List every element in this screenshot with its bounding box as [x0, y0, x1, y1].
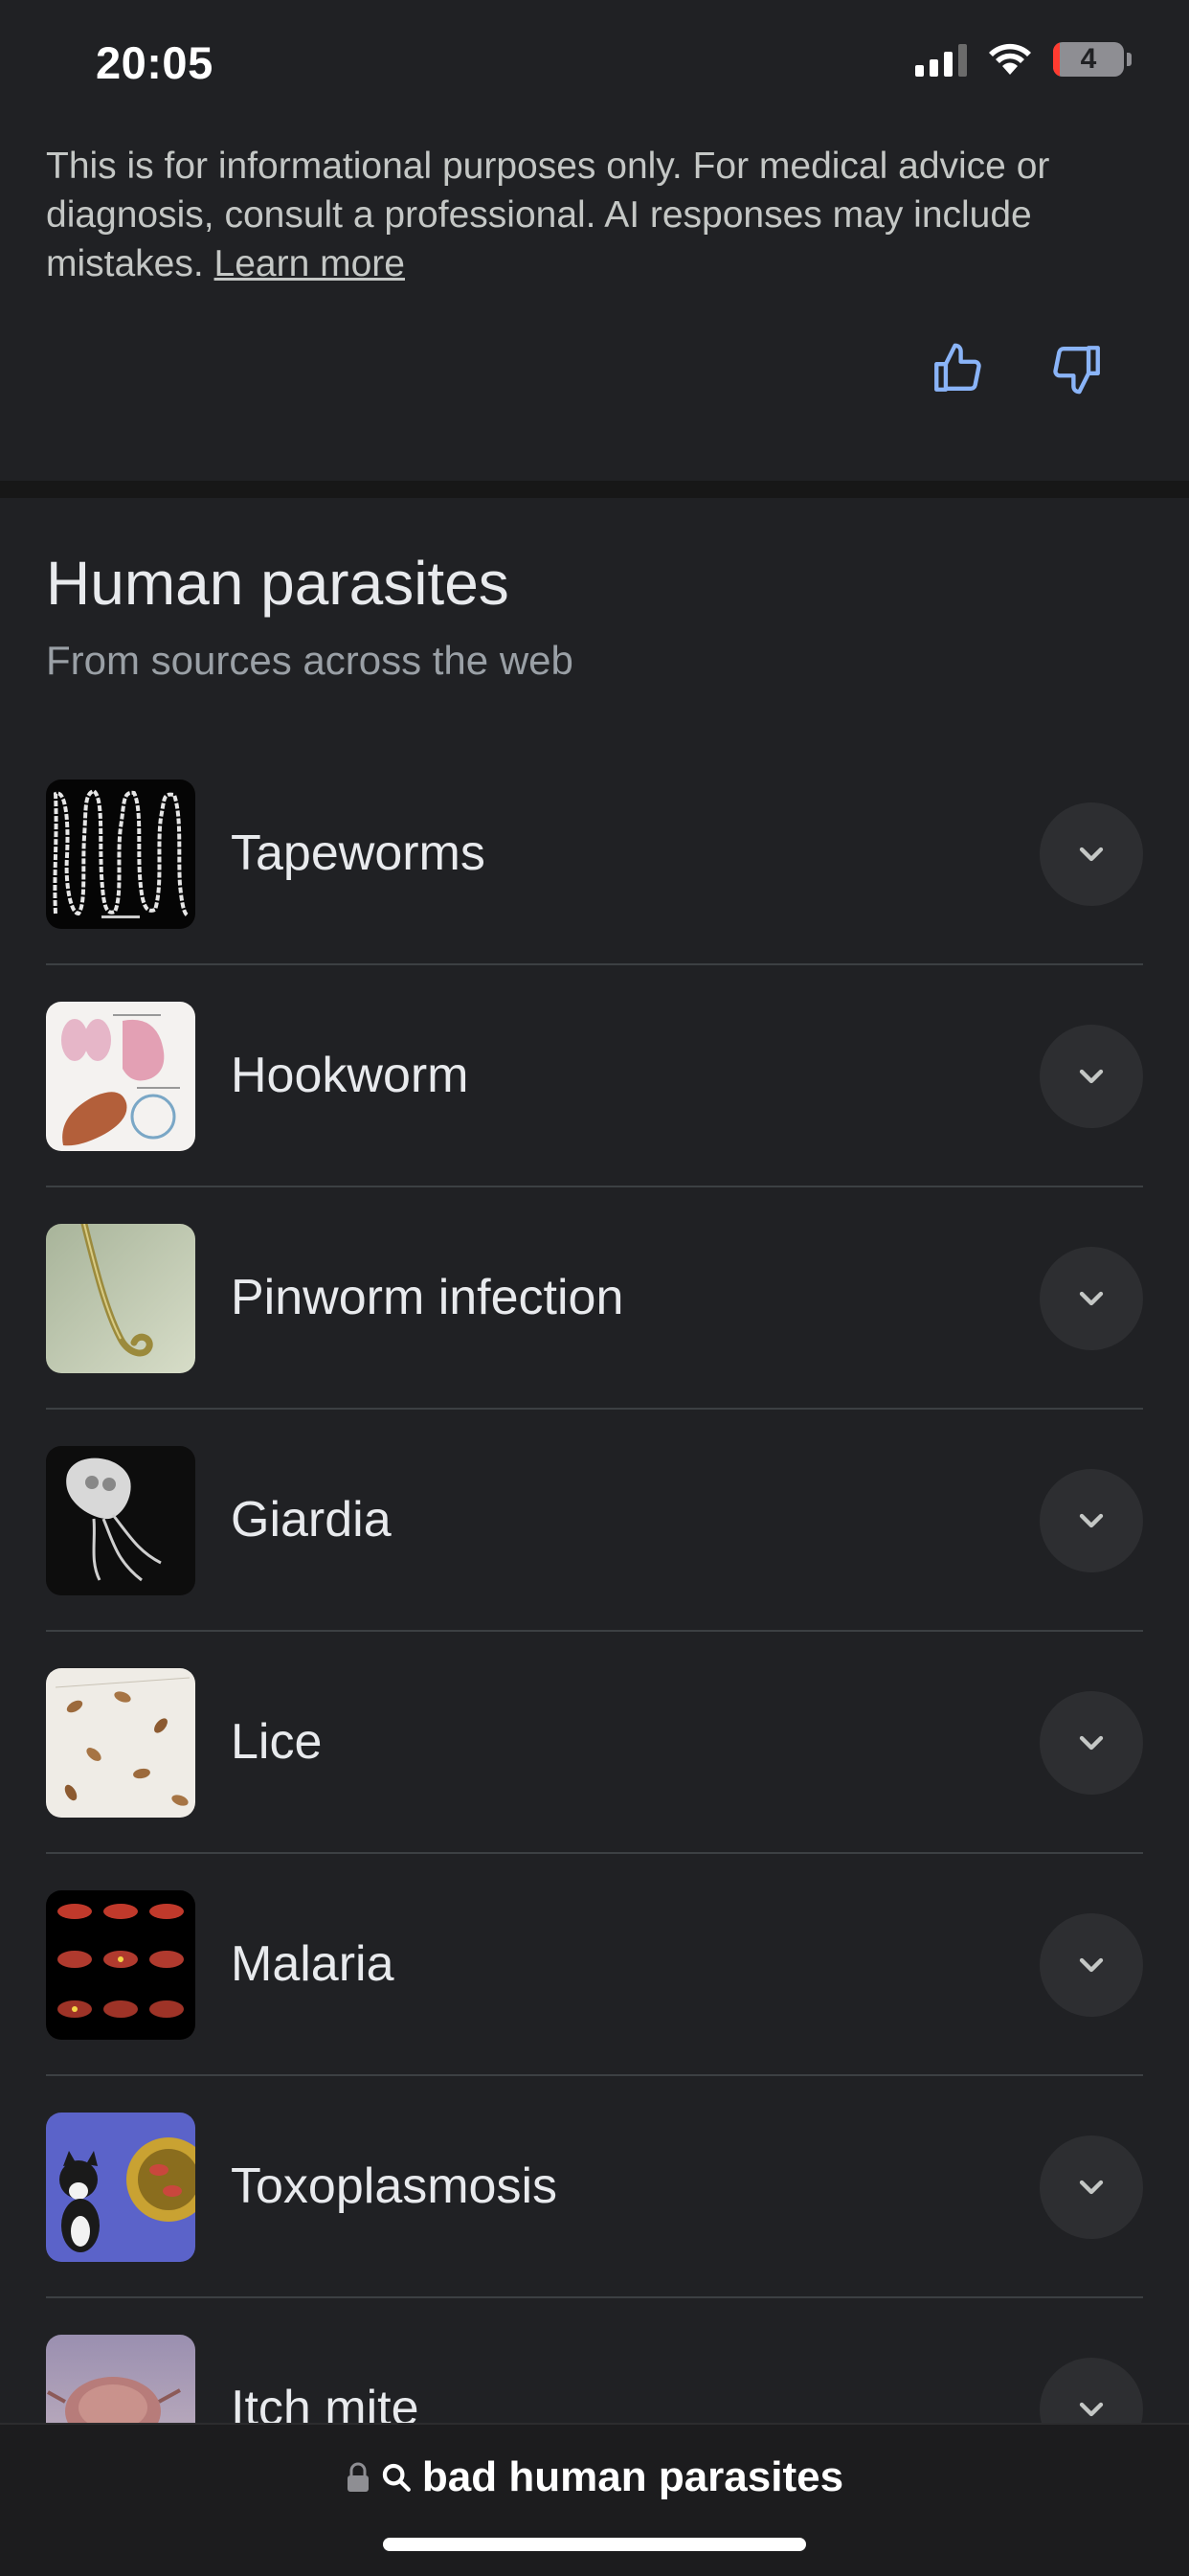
section-divider [0, 481, 1189, 498]
chevron-down-icon [1079, 847, 1104, 862]
expand-button[interactable] [1040, 1913, 1143, 2017]
disclaimer-text: This is for informational purposes only.… [46, 146, 1050, 284]
pinworm-thumbnail [46, 1224, 195, 1373]
thumbs-down-icon[interactable] [1039, 330, 1115, 407]
status-icons: 4 [915, 42, 1132, 77]
expand-button[interactable] [1040, 1691, 1143, 1795]
feedback-row [0, 330, 1189, 407]
list-item-tapeworms[interactable]: Tapeworms [46, 743, 1143, 965]
url-text: bad human parasites [421, 2453, 844, 2500]
status-bar: 20:05 4 [0, 0, 1189, 134]
browser-bottom-bar: bad human parasites [0, 2423, 1189, 2576]
section-subtitle: From sources across the web [46, 638, 573, 683]
lice-thumbnail [46, 1668, 195, 1818]
list-item-label: Toxoplasmosis [231, 2158, 558, 2214]
wifi-icon [989, 43, 1031, 75]
malaria-thumbnail [46, 1890, 195, 2040]
list-item-label: Pinworm infection [231, 1270, 624, 1325]
expand-button[interactable] [1040, 2135, 1143, 2239]
list-item-giardia[interactable]: Giardia [46, 1410, 1143, 1632]
expand-button[interactable] [1040, 1247, 1143, 1350]
parasite-list: Tapeworms Hookworm Pinworm infection Gia… [46, 743, 1143, 2519]
search-icon [382, 2463, 411, 2492]
list-item-label: Hookworm [231, 1048, 469, 1103]
learn-more-link[interactable]: Learn more [214, 243, 405, 284]
lock-icon [347, 2462, 369, 2492]
ai-disclaimer: This is for informational purposes only.… [46, 142, 1137, 288]
list-item-toxoplasmosis[interactable]: Toxoplasmosis [46, 2076, 1143, 2298]
list-item-label: Lice [231, 1714, 323, 1770]
chevron-down-icon [1079, 1513, 1104, 1528]
list-item-label: Giardia [231, 1492, 392, 1548]
home-indicator[interactable] [383, 2538, 806, 2551]
section-title: Human parasites [46, 549, 509, 618]
toxoplasmosis-thumbnail [46, 2113, 195, 2262]
expand-button[interactable] [1040, 1025, 1143, 1128]
list-item-lice[interactable]: Lice [46, 1632, 1143, 1854]
list-item-malaria[interactable]: Malaria [46, 1854, 1143, 2076]
battery-level: 4 [1080, 43, 1097, 75]
battery-icon: 4 [1053, 42, 1124, 77]
chevron-down-icon [1079, 1957, 1104, 1973]
chevron-down-icon [1079, 2180, 1104, 2195]
list-item-label: Malaria [231, 1936, 394, 1992]
tapeworm-thumbnail [46, 780, 195, 929]
hookworm-thumbnail [46, 1002, 195, 1151]
address-bar[interactable]: bad human parasites [0, 2453, 1189, 2501]
list-item-pinworm-infection[interactable]: Pinworm infection [46, 1187, 1143, 1410]
cellular-signal-icon [915, 42, 967, 77]
expand-button[interactable] [1040, 802, 1143, 906]
chevron-down-icon [1079, 1735, 1104, 1751]
chevron-down-icon [1079, 1291, 1104, 1306]
expand-button[interactable] [1040, 1469, 1143, 1572]
giardia-thumbnail [46, 1446, 195, 1595]
list-item-hookworm[interactable]: Hookworm [46, 965, 1143, 1187]
status-time: 20:05 [96, 37, 213, 88]
list-item-label: Tapeworms [231, 825, 485, 881]
thumbs-up-icon[interactable] [919, 330, 996, 407]
chevron-down-icon [1079, 1069, 1104, 1084]
